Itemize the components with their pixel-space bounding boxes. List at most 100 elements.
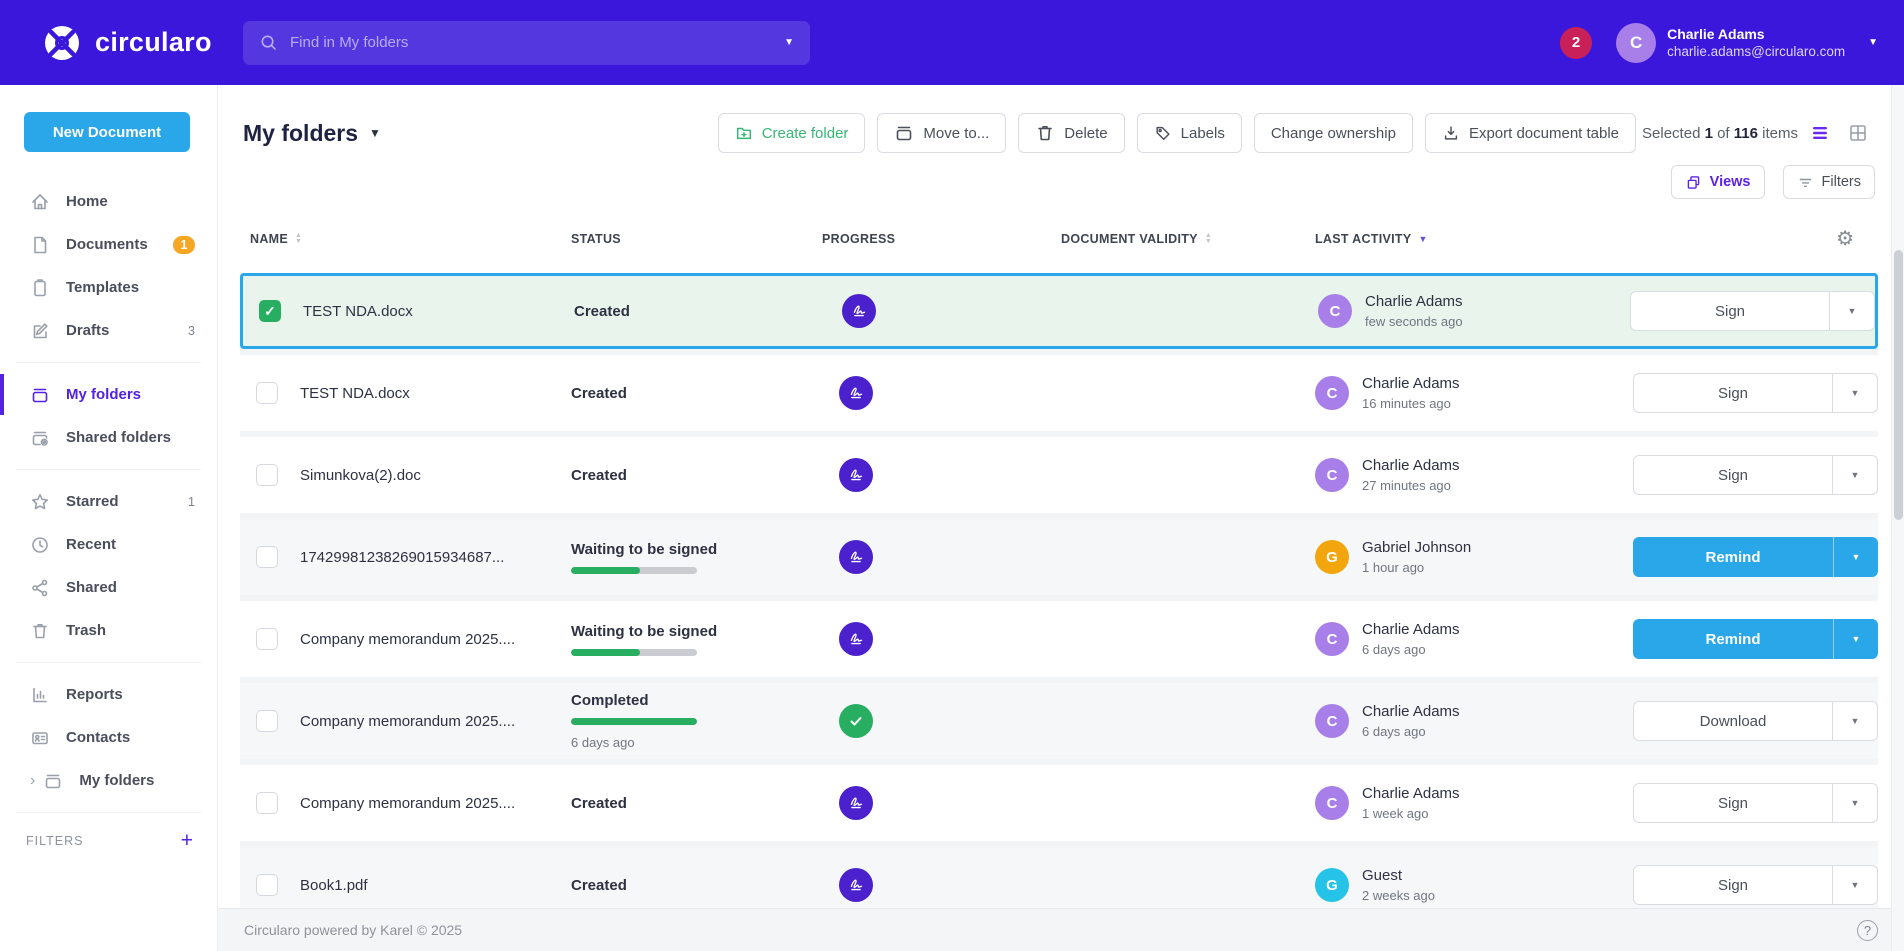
completed-check-icon	[839, 704, 873, 738]
user-menu[interactable]: C Charlie Adams charlie.adams@circularo.…	[1616, 23, 1878, 63]
table-settings-gear-icon[interactable]: ⚙	[1836, 229, 1854, 249]
export-document-table-button[interactable]: Export document table	[1425, 113, 1636, 153]
row-checkbox[interactable]	[256, 464, 278, 486]
search-input[interactable]: Find in My folders ▼	[243, 21, 810, 65]
status-label: Completed	[571, 692, 822, 709]
expand-chevron-icon[interactable]: ›	[30, 773, 35, 789]
help-icon[interactable]: ?	[1857, 920, 1878, 941]
document-name[interactable]: Company memorandum 2025....	[300, 713, 571, 730]
table-row[interactable]: Company memorandum 2025.... Waiting to b…	[240, 601, 1878, 677]
action-dropdown-button[interactable]: ▼	[1833, 619, 1878, 659]
column-header-last-activity[interactable]: LAST ACTIVITY▼	[1315, 232, 1836, 246]
sidebar-item-my-folders[interactable]: My folders	[0, 373, 217, 416]
add-filter-icon[interactable]: +	[181, 829, 193, 853]
table-row[interactable]: Company memorandum 2025.... Created C Ch…	[240, 765, 1878, 841]
document-name[interactable]: TEST NDA.docx	[300, 385, 571, 402]
row-checkbox[interactable]	[256, 382, 278, 404]
action-dropdown-button[interactable]: ▼	[1829, 292, 1874, 330]
sidebar-item-contacts[interactable]: Contacts	[0, 716, 217, 759]
sort-icons[interactable]: ▲▼	[295, 233, 302, 245]
sign-button[interactable]: Sign	[1634, 374, 1832, 412]
delete-button[interactable]: Delete	[1018, 113, 1124, 153]
folder-icon	[30, 385, 50, 405]
table-row[interactable]: Simunkova(2).doc Created C Charlie Adams…	[240, 437, 1878, 513]
table-row[interactable]: 17429981238269015934687... Waiting to be…	[240, 519, 1878, 595]
document-name[interactable]: Book1.pdf	[300, 877, 571, 894]
page-title[interactable]: My folders ▼	[243, 120, 381, 147]
action-dropdown-button[interactable]: ▼	[1832, 784, 1877, 822]
document-name[interactable]: Company memorandum 2025....	[300, 795, 571, 812]
table-row[interactable]: Company memorandum 2025.... Completed 6 …	[240, 683, 1878, 759]
grid-view-icon[interactable]	[1848, 123, 1868, 143]
row-checkbox[interactable]	[256, 710, 278, 732]
sort-desc-icon[interactable]: ▼	[1419, 234, 1428, 244]
sort-icons[interactable]: ▲▼	[1205, 233, 1212, 245]
row-checkbox[interactable]	[256, 628, 278, 650]
column-header-document-validity[interactable]: DOCUMENT VALIDITY▲▼	[1061, 232, 1315, 246]
sidebar-item-documents[interactable]: Documents1	[0, 223, 217, 266]
sidebar-item-reports[interactable]: Reports	[0, 673, 217, 716]
row-checkbox[interactable]	[256, 874, 278, 896]
sidebar-item-shared-folders[interactable]: Shared folders	[0, 416, 217, 459]
sign-button[interactable]: Sign	[1634, 456, 1832, 494]
change-ownership-button[interactable]: Change ownership	[1254, 113, 1413, 153]
column-header-name[interactable]: NAME▲▼	[250, 232, 571, 246]
sign-button[interactable]: Sign	[1634, 784, 1832, 822]
sidebar-item-label: My folders	[79, 772, 154, 789]
activity-time: 16 minutes ago	[1362, 395, 1460, 412]
sidebar-item-shared[interactable]: Shared	[0, 566, 217, 609]
activity-time: 6 days ago	[1362, 723, 1460, 740]
notifications-badge[interactable]: 2	[1560, 27, 1592, 59]
activity-time: 6 days ago	[1362, 641, 1460, 658]
document-name[interactable]: 17429981238269015934687...	[300, 549, 571, 566]
app-logo[interactable]: circularo	[42, 23, 218, 63]
sidebar-item-templates[interactable]: Templates	[0, 266, 217, 309]
row-checkbox[interactable]	[256, 792, 278, 814]
actor-name: Charlie Adams	[1362, 456, 1460, 475]
new-document-button[interactable]: New Document	[24, 112, 190, 152]
create-folder-button[interactable]: Create folder	[718, 113, 866, 153]
document-name[interactable]: TEST NDA.docx	[303, 303, 574, 320]
table-row[interactable]: ✓ TEST NDA.docx Created C Charlie Adams …	[240, 273, 1878, 349]
sidebar-item-home[interactable]: Home	[0, 180, 217, 223]
download-button[interactable]: Download	[1634, 702, 1832, 740]
progress-cell	[822, 540, 1061, 574]
sidebar-item-drafts[interactable]: Drafts3	[0, 309, 217, 352]
list-view-icon[interactable]	[1810, 123, 1830, 143]
remind-button[interactable]: Remind	[1633, 537, 1833, 577]
scrollbar-thumb[interactable]	[1894, 250, 1903, 520]
sidebar-item-starred[interactable]: Starred1	[0, 480, 217, 523]
remind-button[interactable]: Remind	[1633, 619, 1833, 659]
sidebar-item-label: Documents	[66, 236, 148, 253]
document-name[interactable]: Company memorandum 2025....	[300, 631, 571, 648]
status-cell: Created	[571, 467, 822, 484]
action-dropdown-button[interactable]: ▼	[1832, 456, 1877, 494]
search-scope-caret-icon[interactable]: ▼	[784, 37, 794, 48]
status-cell: Created	[574, 303, 825, 320]
move-to-button[interactable]: Move to...	[877, 113, 1006, 153]
sign-button[interactable]: Sign	[1634, 866, 1832, 904]
action-dropdown-button[interactable]: ▼	[1832, 374, 1877, 412]
sidebar-item-trash[interactable]: Trash	[0, 609, 217, 652]
sign-button[interactable]: Sign	[1631, 292, 1829, 330]
progress-cell	[822, 376, 1061, 410]
column-header-status[interactable]: STATUS	[571, 232, 822, 246]
sidebar-item-label: Reports	[66, 686, 123, 703]
row-checkbox[interactable]: ✓	[259, 300, 281, 322]
labels-button[interactable]: Labels	[1137, 113, 1242, 153]
action-dropdown-button[interactable]: ▼	[1832, 866, 1877, 904]
sidebar-item-my-folders-tree[interactable]: › My folders	[0, 759, 217, 802]
document-name[interactable]: Simunkova(2).doc	[300, 467, 571, 484]
last-activity-cell: C Charlie Adams 6 days ago	[1315, 620, 1630, 658]
signature-progress-icon	[839, 376, 873, 410]
views-button[interactable]: Views	[1671, 165, 1765, 199]
scrollbar[interactable]	[1891, 85, 1904, 951]
checkbox-cell	[240, 546, 300, 568]
action-dropdown-button[interactable]: ▼	[1832, 702, 1877, 740]
row-checkbox[interactable]	[256, 546, 278, 568]
sidebar-item-recent[interactable]: Recent	[0, 523, 217, 566]
filters-button[interactable]: Filters	[1783, 165, 1875, 199]
column-header-progress[interactable]: PROGRESS	[822, 232, 1061, 246]
table-row[interactable]: TEST NDA.docx Created C Charlie Adams 16…	[240, 355, 1878, 431]
action-dropdown-button[interactable]: ▼	[1833, 537, 1878, 577]
